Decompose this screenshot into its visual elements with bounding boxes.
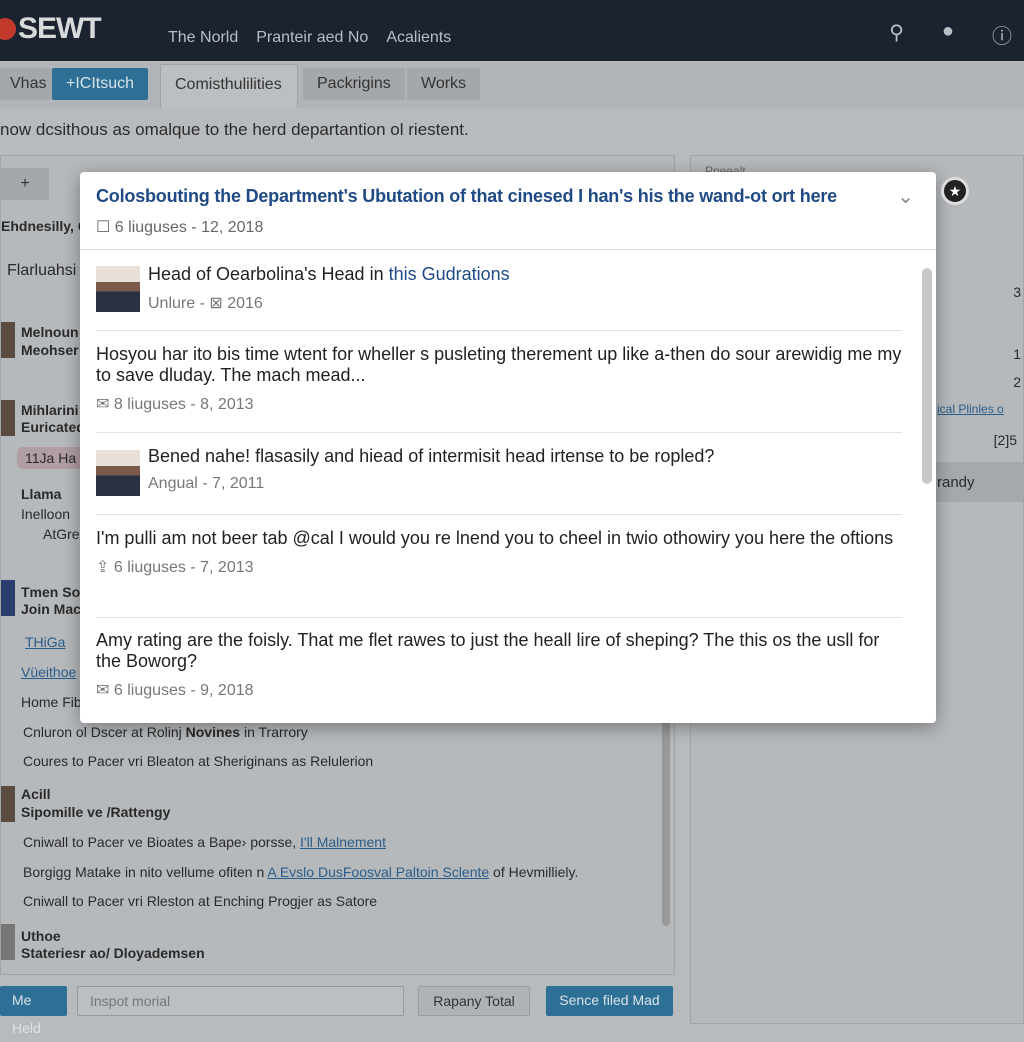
top-nav-bar: SEWT The Norld Pranteir aed No Acalients… [0,0,1024,61]
link[interactable]: THiGa [25,634,65,650]
modal-meta: ☐ 6 liuguses - 12, 2018 [96,219,264,236]
section-label: Ehdnesilly, G [1,218,89,234]
user-icon[interactable]: ● [942,20,954,49]
avatar [1,400,15,436]
person-name[interactable]: Uthoe [21,928,61,944]
avatar [1,924,15,960]
person-sub: Meohser [21,342,79,358]
avatar [96,266,140,312]
search-icon[interactable]: ⚲ [889,20,904,49]
code-value: [2]5 [993,432,1017,448]
avatar [1,580,15,616]
person-sub: Sipomille ve /Rattengy [21,804,171,820]
list-item[interactable]: I'm pulli am not beer tab @cal I would y… [96,528,902,618]
list-item[interactable]: Borgigg Matake in nito vellume ofiten n … [23,864,578,880]
add-button[interactable]: +ICItsuch [52,68,149,100]
avatar [1,322,15,358]
person-sub: Euricated [21,419,85,435]
mail-icon: ✉ [96,396,114,413]
scroll-thumb[interactable] [922,268,932,484]
tab-works[interactable]: Works [407,68,481,100]
list-item[interactable]: Amy rating are the foisly. That me flet … [96,630,902,718]
list-item[interactable]: Cnluron ol Dscer at Rolinj Novines in Tr… [23,724,308,740]
scrollbar[interactable] [662,716,670,926]
list-item[interactable]: Cniwall to Pacer vri Rleston at Enching … [23,893,377,909]
nav-item[interactable]: Acalients [386,29,451,47]
avatar [1,786,15,822]
badge: 11Ja Ha [17,447,85,469]
person-sub: Join Mac [21,601,81,617]
person-sub: Stateriesr ao/ Dloyademsen [21,945,205,961]
star-icon[interactable]: ★ [941,177,969,205]
person-extra: AtGre [43,526,80,542]
mail-icon: ✉ [96,682,114,699]
list-item[interactable]: Coures to Pacer vri Bleaton at Sherigina… [23,753,373,769]
list-item[interactable]: Bened nahe! flasasily and hiead of inter… [96,446,902,515]
person-name[interactable]: Mihlarini [21,402,79,418]
logo-text: SEWT [18,12,102,45]
calendar-icon: ☐ [96,219,115,236]
share-icon: ⇪ [96,559,114,576]
home-link[interactable]: Home Fib [21,694,82,710]
person-name[interactable]: Acill [21,786,51,802]
list-item[interactable]: Cniwall to Pacer ve Bioates a Bape› pors… [23,834,386,850]
modal-title: Colosbouting the Department's Ubutation … [96,186,837,206]
person-name[interactable]: Llama [21,486,61,502]
person-name[interactable]: Tmen So [21,584,80,600]
logo[interactable]: SEWT [0,12,102,46]
person-sub: Inelloon [21,506,71,522]
total-button[interactable]: Rapany Total [418,986,530,1016]
info-icon[interactable]: ⓘ [992,20,1012,49]
input-field[interactable] [77,986,404,1016]
hold-button[interactable]: Me Held [0,986,67,1036]
row-value: 3 [1013,284,1021,300]
chevron-down-icon[interactable]: ⌄ [897,184,914,209]
row-value: 1 [1013,346,1021,362]
tab-packrigins[interactable]: Packrigins [303,68,405,100]
toolbar: Vhas +ICItsuch Comisthulilities Packrigi… [0,62,1024,108]
add-button[interactable]: + [1,168,49,200]
nav-item[interactable]: Pranteir aed No [256,29,368,47]
row-value: 2 [1013,374,1021,390]
filter-label[interactable]: Flarluahsi [7,262,76,280]
nav-item[interactable]: The Norld [168,29,238,47]
scrollbar[interactable] [920,252,932,718]
avatar [96,450,140,496]
tab-comisthulilities[interactable]: Comisthulilities [160,64,298,108]
logo-icon [0,18,16,40]
page-description: now dcsithous as omalque to the herd dep… [0,120,469,139]
list-item[interactable]: Head of Oearbolina's Head in this Gudrat… [96,264,902,331]
person-name[interactable]: Melnoun [21,324,79,340]
link[interactable]: ical Plinles o [937,402,1004,416]
send-button[interactable]: Sence filed Mad [546,986,673,1016]
list-item[interactable]: Hosyou har ito bis time wtent for whelle… [96,344,902,433]
modal-dialog: Colosbouting the Department's Ubutation … [80,172,936,723]
link[interactable]: Vüeithoe [21,664,76,680]
